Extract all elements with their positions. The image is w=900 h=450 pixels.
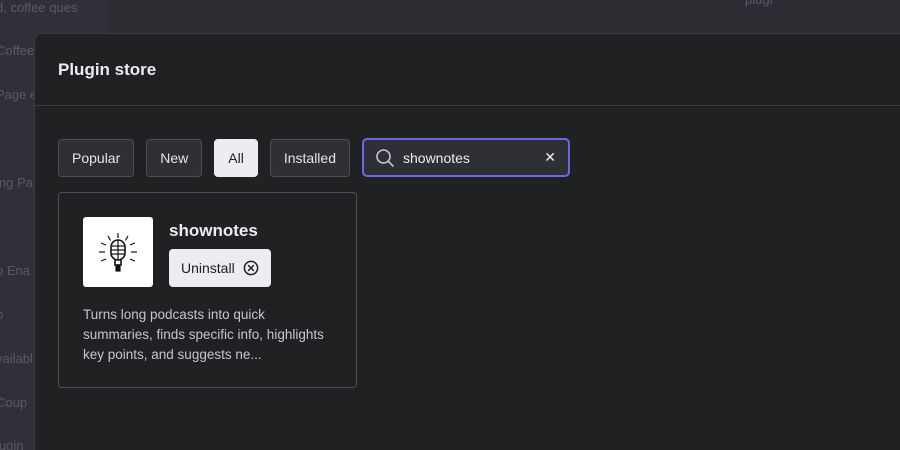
uninstall-button[interactable]: Uninstall xyxy=(169,249,271,287)
background-text: plugi xyxy=(745,0,772,7)
search-box[interactable]: ✕ xyxy=(362,138,570,177)
uninstall-button-label: Uninstall xyxy=(181,260,235,276)
filter-all-button[interactable]: All xyxy=(214,138,258,177)
background-text: Page e xyxy=(0,87,38,102)
background-text: Coffee xyxy=(0,43,35,58)
plugin-card[interactable]: shownotes Uninstall Turns long podcasts … xyxy=(58,192,357,388)
search-input[interactable] xyxy=(403,149,533,166)
plugin-description: Turns long podcasts into quick summaries… xyxy=(83,307,324,362)
plugin-name: shownotes xyxy=(169,221,258,240)
plugin-store-modal: Plugin store Popular New All Installed ✕ xyxy=(34,33,900,450)
background-text: Coup xyxy=(0,395,28,410)
background-text: d, coffee ques xyxy=(0,0,78,15)
filter-new-button[interactable]: New xyxy=(146,138,203,177)
microphone-icon xyxy=(99,233,137,272)
background-text: ing Pa xyxy=(0,175,33,190)
modal-header: Plugin store xyxy=(35,34,900,106)
background-text: lugin xyxy=(0,438,24,450)
search-icon xyxy=(375,148,395,168)
background-text: p xyxy=(0,307,3,322)
filter-installed-button[interactable]: Installed xyxy=(269,138,350,177)
close-icon[interactable]: ✕ xyxy=(544,149,556,166)
modal-title: Plugin store xyxy=(58,59,157,79)
background-text: vailabl xyxy=(0,351,33,366)
filter-popular-button[interactable]: Popular xyxy=(58,138,135,177)
plugin-logo xyxy=(83,217,153,287)
filter-bar: Popular New All Installed ✕ xyxy=(58,138,570,177)
background-text: p Ena xyxy=(0,263,30,278)
circle-x-icon xyxy=(243,260,259,276)
